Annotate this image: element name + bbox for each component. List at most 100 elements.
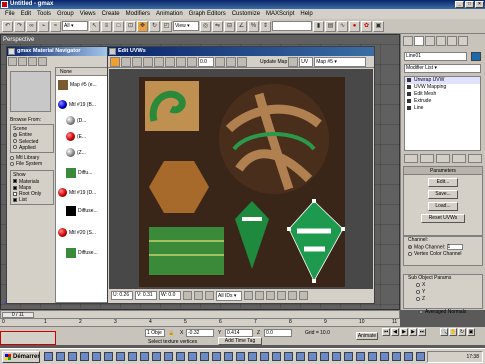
selection-filter-dropdown[interactable]: All ▾ — [62, 21, 88, 31]
play-icon[interactable]: ▶ — [400, 328, 408, 336]
view-icons-icon[interactable] — [18, 57, 27, 66]
maximize-button[interactable]: □ — [465, 1, 474, 8]
v-field[interactable]: V: 0.31 — [135, 291, 157, 300]
checkbox-list[interactable]: List — [13, 197, 51, 203]
list-item[interactable]: Map #5 (e... — [58, 80, 97, 90]
weld-icon[interactable] — [226, 56, 236, 67]
freeze-icon[interactable] — [205, 291, 214, 300]
update-map-button[interactable]: Update Map — [260, 59, 287, 65]
move-vertices-icon[interactable] — [110, 56, 120, 67]
timeline-ruler[interactable]: 0 1 2 3 4 5 6 7 8 9 10 11 — [0, 319, 400, 327]
taskbar-app-icon[interactable] — [248, 352, 257, 361]
vertex-color-radio[interactable]: Vertex Color Channel — [404, 251, 482, 258]
scale-vertices-icon[interactable] — [132, 56, 142, 67]
go-to-start-icon[interactable]: ⏮ — [382, 328, 390, 336]
menu-graph-editors[interactable]: Graph Editors — [186, 9, 229, 19]
utilities-tab-icon[interactable] — [458, 36, 468, 46]
menu-tools[interactable]: Tools — [34, 9, 54, 19]
taskbar-app-icon[interactable] — [284, 352, 293, 361]
uv-canvas[interactable] — [109, 69, 373, 289]
w-field[interactable]: W: 0.0 — [159, 291, 181, 300]
create-tab-icon[interactable] — [403, 36, 413, 46]
options-icon[interactable] — [299, 291, 308, 300]
pan-icon[interactable] — [244, 291, 253, 300]
contract-selection-icon[interactable] — [187, 56, 197, 67]
layers-icon[interactable]: ▤ — [325, 20, 336, 32]
u-field[interactable]: U: 0.26 — [111, 291, 133, 300]
menu-file[interactable]: File — [2, 9, 18, 19]
list-item[interactable]: (D... — [66, 116, 86, 125]
mirror-tool-icon[interactable]: ▮ — [313, 20, 324, 32]
make-unique-icon[interactable] — [436, 154, 450, 163]
edit-button[interactable]: Edit... — [428, 178, 458, 187]
parameters-rollout-header[interactable]: Parameters — [404, 167, 482, 175]
averaged-normals-radio[interactable]: Averaged Normals — [415, 309, 466, 316]
coord-system-dropdown[interactable]: View ▾ — [173, 21, 199, 31]
taskbar-app-icon[interactable] — [152, 352, 161, 361]
zoom-icon[interactable] — [255, 291, 264, 300]
taskbar-app-icon[interactable] — [56, 352, 65, 361]
z-coordinate-field[interactable]: 0.0 — [264, 329, 292, 337]
hierarchy-tab-icon[interactable] — [425, 36, 435, 46]
stack-item-unwrap-uvw[interactable]: Unwrap UVW — [405, 77, 480, 84]
taskbar-app-icon[interactable] — [320, 352, 329, 361]
scale-icon[interactable]: ◰ — [161, 20, 172, 32]
object-name-field[interactable]: Line01 — [404, 52, 467, 61]
zoom-viewport-icon[interactable]: 🔍 — [440, 328, 448, 336]
menu-group[interactable]: Group — [54, 9, 77, 19]
pin-stack-icon[interactable] — [404, 154, 418, 163]
taskbar-app-icon[interactable] — [344, 352, 353, 361]
unlink-icon[interactable]: ⌁ — [38, 20, 49, 32]
menu-modifiers[interactable]: Modifiers — [123, 9, 153, 19]
material-editor-icon[interactable]: ● — [349, 20, 360, 32]
taskbar-app-icon[interactable] — [200, 352, 209, 361]
ids-dropdown[interactable]: All IDs ▾ — [216, 290, 242, 301]
show-map-icon[interactable] — [288, 56, 299, 67]
axis-z-radio[interactable]: Z — [404, 296, 482, 303]
menu-customize[interactable]: Customize — [229, 9, 263, 19]
snap-icon[interactable]: ∠ — [236, 20, 247, 32]
quick-render-icon[interactable]: ▣ — [373, 20, 384, 32]
maxscript-listener-box[interactable] — [0, 331, 56, 345]
arc-rotate-icon[interactable]: ↻ — [458, 328, 466, 336]
expand-selection-icon[interactable] — [176, 56, 186, 67]
undo-icon[interactable]: ↶ — [2, 20, 13, 32]
taskbar-app-icon[interactable] — [212, 352, 221, 361]
taskbar-app-icon[interactable] — [236, 352, 245, 361]
zoom-region-icon[interactable] — [266, 291, 275, 300]
taskbar-app-icon[interactable] — [128, 352, 137, 361]
next-frame-icon[interactable]: ▶ — [409, 328, 417, 336]
angle-snap-icon[interactable]: % — [248, 20, 259, 32]
bind-icon[interactable]: ≈ — [50, 20, 61, 32]
rect-region-icon[interactable]: □ — [113, 20, 124, 32]
go-to-end-icon[interactable]: ⏭ — [418, 328, 426, 336]
pan-viewport-icon[interactable]: ✋ — [449, 328, 457, 336]
named-selection-dropdown[interactable] — [272, 21, 312, 31]
taskbar-app-icon[interactable] — [380, 352, 389, 361]
radio-file-system[interactable]: File System — [10, 161, 54, 167]
taskbar-app-icon[interactable] — [140, 352, 149, 361]
minimize-button[interactable]: _ — [455, 1, 464, 8]
list-item[interactable]: Diffuse... — [66, 248, 98, 258]
viewport-label[interactable]: Perspective — [3, 37, 34, 43]
list-item[interactable]: Mtl #19 (B... — [58, 100, 96, 109]
stack-item-edit-mesh[interactable]: Edit Mesh — [405, 91, 480, 98]
load-button[interactable]: Load... — [428, 202, 458, 211]
pivot-icon[interactable]: ◎ — [200, 20, 211, 32]
menu-maxscript[interactable]: MAXScript — [263, 9, 297, 19]
maximize-viewport-icon[interactable]: ▣ — [467, 328, 475, 336]
spinner-snap-icon[interactable]: ⇕ — [260, 20, 271, 32]
start-button[interactable]: Démarrer — [2, 351, 40, 363]
reset-uvws-button[interactable]: Reset UVWs — [421, 214, 465, 223]
taskbar-app-icon[interactable] — [272, 352, 281, 361]
mirror-vertical-icon[interactable] — [165, 56, 175, 67]
redo-icon[interactable]: ↷ — [14, 20, 25, 32]
modifier-stack[interactable]: Unwrap UVW UVW Mapping Edit Mesh Extrude… — [404, 76, 481, 151]
taskbar-app-icon[interactable] — [164, 352, 173, 361]
curve-editor-icon[interactable]: ∿ — [337, 20, 348, 32]
view-small-icon[interactable] — [28, 57, 37, 66]
list-item[interactable]: Mtl #20 (S... — [58, 228, 96, 237]
taskbar-app-icon[interactable] — [392, 352, 401, 361]
lock-icon[interactable] — [183, 291, 192, 300]
view-list-icon[interactable] — [8, 57, 17, 66]
